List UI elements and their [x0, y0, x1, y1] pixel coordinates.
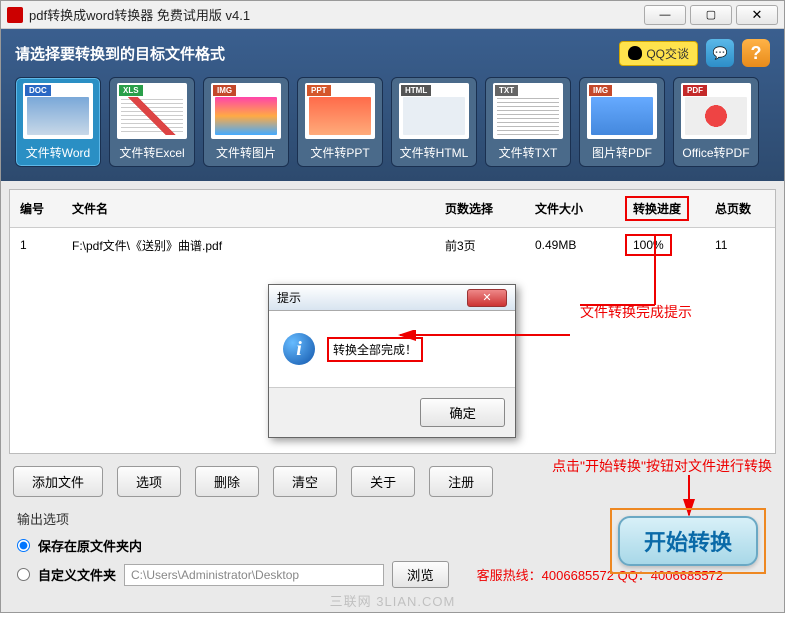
maximize-button[interactable]: ▢ — [690, 5, 732, 25]
format-word[interactable]: DOC 文件转Word — [15, 77, 101, 167]
delete-button[interactable]: 删除 — [195, 466, 259, 497]
format-html[interactable]: HTML 文件转HTML — [391, 77, 477, 167]
action-row: 添加文件 选项 删除 清空 关于 注册 — [9, 454, 776, 505]
dialog-message: 转换全部完成！ — [333, 343, 417, 357]
format-ppt[interactable]: PPT 文件转PPT — [297, 77, 383, 167]
header: 请选择要转换到的目标文件格式 QQ交谈 💬 ? DOC 文件转Word XLS … — [1, 29, 784, 181]
table-row[interactable]: 1 F:\pdf文件\《送别》曲谱.pdf 前3页 0.49MB 100% 11 — [10, 228, 775, 263]
about-button[interactable]: 关于 — [351, 466, 415, 497]
col-no: 编号 — [10, 190, 62, 228]
radio-custom-folder[interactable] — [17, 568, 30, 581]
format-excel[interactable]: XLS 文件转Excel — [109, 77, 195, 167]
help-icon[interactable]: ? — [742, 39, 770, 67]
close-button[interactable]: ✕ — [736, 5, 778, 25]
start-convert-button[interactable]: 开始转换 — [618, 516, 758, 566]
chat-icon[interactable]: 💬 — [706, 39, 734, 67]
browse-button[interactable]: 浏览 — [392, 561, 449, 588]
format-txt[interactable]: TXT 文件转TXT — [485, 77, 571, 167]
dialog-titlebar: 提示 ✕ — [269, 285, 515, 311]
add-file-button[interactable]: 添加文件 — [13, 466, 103, 497]
app-icon — [7, 7, 23, 23]
qq-penguin-icon — [628, 46, 642, 60]
minimize-button[interactable]: — — [644, 5, 686, 25]
dialog-title: 提示 — [277, 289, 301, 306]
file-table-area: 编号 文件名 页数选择 文件大小 转换进度 总页数 1 F:\pdf文件\《送别… — [9, 189, 776, 454]
col-total: 总页数 — [705, 190, 775, 228]
file-table: 编号 文件名 页数选择 文件大小 转换进度 总页数 1 F:\pdf文件\《送别… — [10, 190, 775, 262]
info-dialog: 提示 ✕ i 转换全部完成！ 确定 — [268, 284, 516, 438]
clear-button[interactable]: 清空 — [273, 466, 337, 497]
options-button[interactable]: 选项 — [117, 466, 181, 497]
col-progress: 转换进度 — [615, 190, 705, 228]
info-icon: i — [283, 333, 315, 365]
col-size: 文件大小 — [525, 190, 615, 228]
window-title: pdf转换成word转换器 免费试用版 v4.1 — [29, 5, 644, 24]
dialog-close-button[interactable]: ✕ — [467, 289, 507, 307]
watermark: 三联网 3LIAN.COM — [330, 591, 456, 610]
radio-same-folder[interactable] — [17, 539, 30, 552]
header-prompt: 请选择要转换到的目标文件格式 — [15, 43, 225, 64]
qq-label: QQ交谈 — [646, 45, 689, 62]
col-pages: 页数选择 — [435, 190, 525, 228]
dialog-ok-button[interactable]: 确定 — [420, 398, 505, 427]
radio-custom-folder-label: 自定义文件夹 — [38, 565, 116, 584]
content: 编号 文件名 页数选择 文件大小 转换进度 总页数 1 F:\pdf文件\《送别… — [1, 181, 784, 612]
qq-chat-button[interactable]: QQ交谈 — [619, 41, 698, 66]
radio-same-folder-label: 保存在原文件夹内 — [38, 536, 142, 555]
titlebar: pdf转换成word转换器 免费试用版 v4.1 — ▢ ✕ — [1, 1, 784, 29]
window-controls: — ▢ ✕ — [644, 5, 778, 25]
annotation-complete: 文件转换完成提示 — [580, 302, 692, 322]
format-row: DOC 文件转Word XLS 文件转Excel IMG 文件转图片 PPT 文… — [15, 77, 770, 167]
app-window: pdf转换成word转换器 免费试用版 v4.1 — ▢ ✕ 请选择要转换到的目… — [0, 0, 785, 613]
path-input[interactable] — [124, 564, 384, 586]
format-image[interactable]: IMG 文件转图片 — [203, 77, 289, 167]
register-button[interactable]: 注册 — [429, 466, 493, 497]
format-office2pdf[interactable]: PDF Office转PDF — [673, 77, 759, 167]
dialog-message-box: 转换全部完成！ — [327, 337, 423, 362]
format-img2pdf[interactable]: IMG 图片转PDF — [579, 77, 665, 167]
col-name: 文件名 — [62, 190, 435, 228]
